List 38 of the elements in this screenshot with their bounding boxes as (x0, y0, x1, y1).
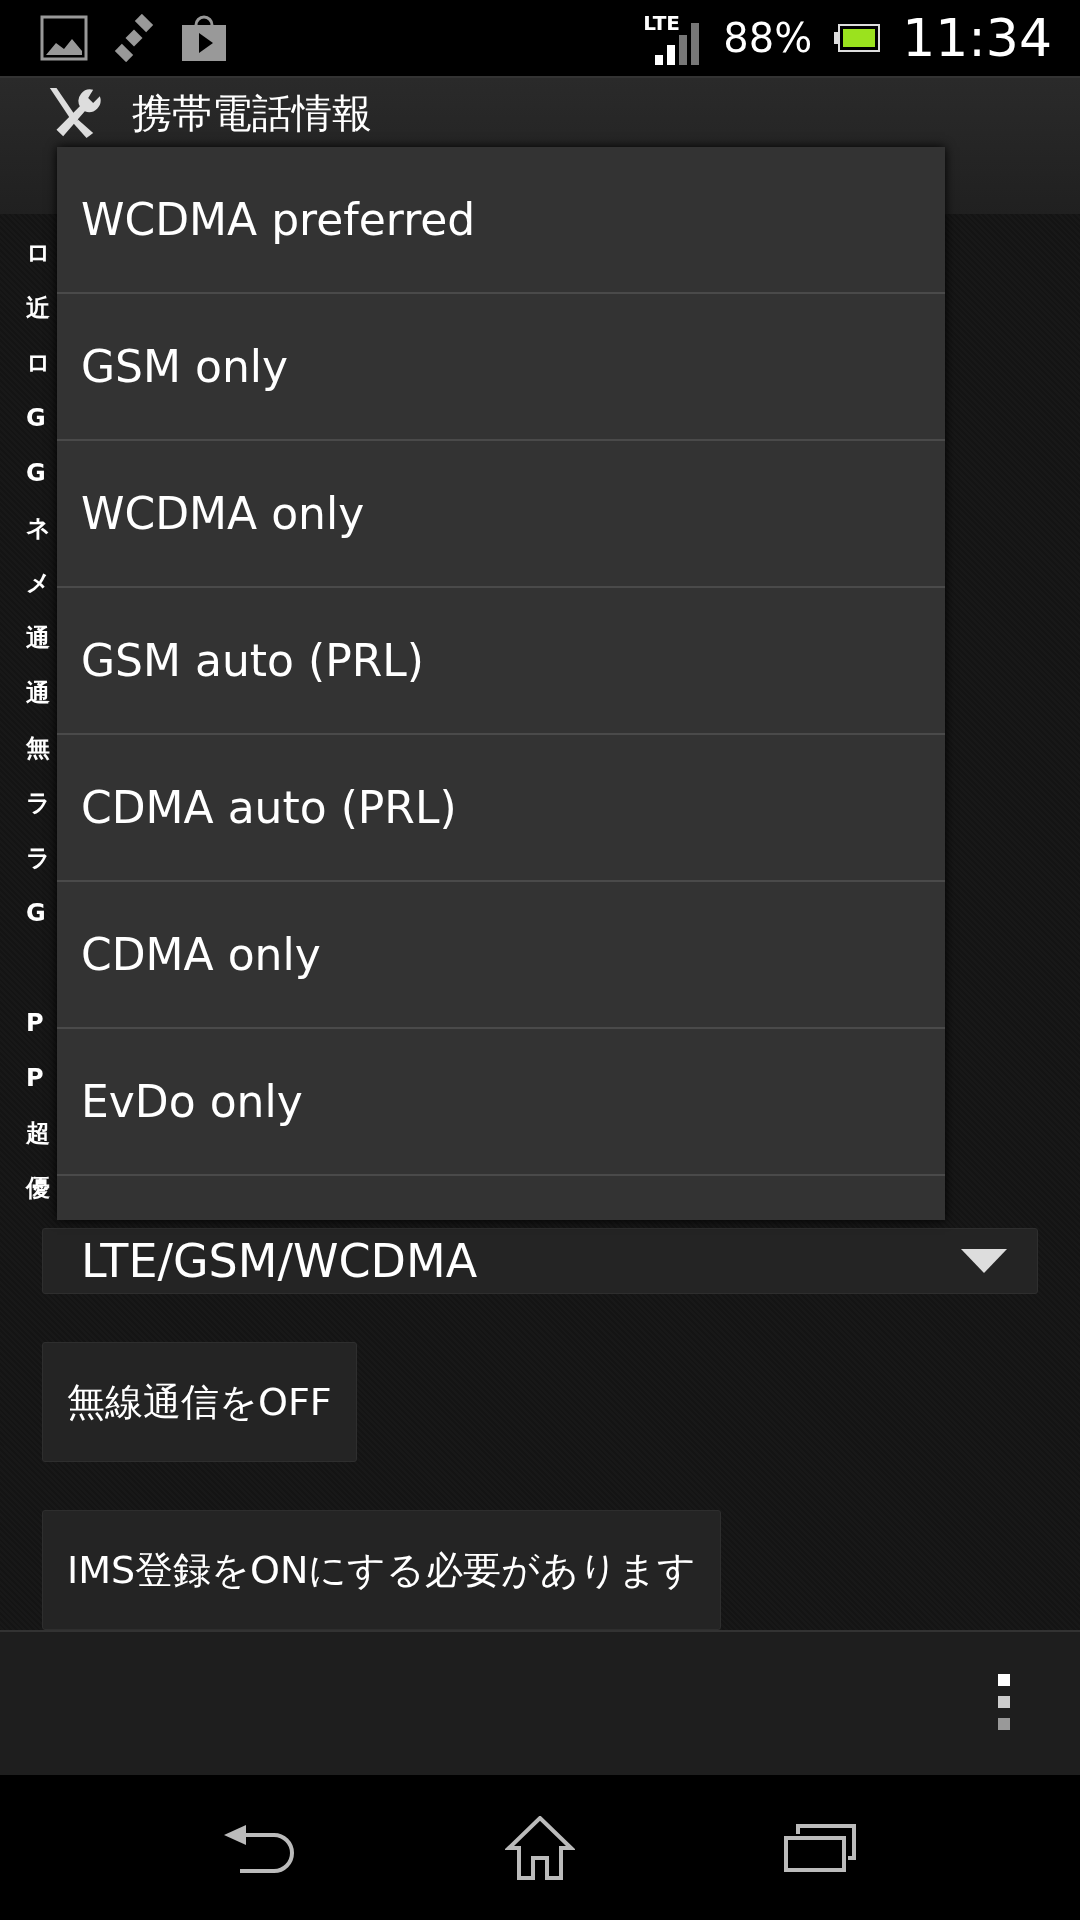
menu-item[interactable]: CDMA auto (PRL) (57, 735, 945, 882)
info-line: メ (26, 568, 51, 599)
action-button[interactable]: IMS登録をONにする必要があります (42, 1510, 722, 1630)
info-line: 超 (26, 1118, 50, 1149)
info-line: G (26, 898, 46, 929)
screen-title: 携帯電話情報 (132, 89, 372, 138)
info-line: ラ (26, 843, 51, 874)
info-line: 優 (26, 1173, 50, 1204)
menu-item[interactable]: WCDMA only (57, 441, 945, 588)
info-line: 近 (26, 293, 50, 324)
info-line: 通 (26, 678, 50, 709)
info-line: P (26, 1008, 44, 1039)
battery-icon (834, 24, 881, 52)
info-line: ロ (26, 348, 51, 379)
info-line: ネ (26, 513, 51, 544)
info-line: ロ (26, 238, 51, 269)
info-line: 無 (26, 733, 50, 764)
clock: 11:34 (902, 8, 1052, 68)
info-line: G (26, 458, 46, 489)
action-button[interactable]: 無線通信をOFF (42, 1342, 357, 1462)
menu-item[interactable]: GSM auto (PRL) (57, 588, 945, 735)
network-type: LTE (643, 11, 680, 35)
shopping-bag-icon (180, 13, 228, 63)
info-line: ラ (26, 788, 51, 819)
network-type-dropdown[interactable]: LTE/GSM/WCDMA (42, 1228, 1038, 1294)
info-line: 通 (26, 623, 50, 654)
home-icon[interactable] (505, 1815, 575, 1880)
menu-item[interactable]: WCDMA preferred (57, 147, 945, 294)
dropdown-arrow-icon (961, 1249, 1007, 1273)
info-line: P (26, 1063, 44, 1094)
recent-apps-icon[interactable] (783, 1823, 856, 1872)
info-line: G (26, 403, 46, 434)
menu-item[interactable]: CDMA only (57, 882, 945, 1029)
menu-item[interactable]: EvDo only (57, 1029, 945, 1176)
battery-percent: 88% (723, 15, 813, 61)
menu-item[interactable]: GSM only (57, 294, 945, 441)
picture-icon (40, 15, 88, 61)
back-icon[interactable] (224, 1822, 297, 1873)
